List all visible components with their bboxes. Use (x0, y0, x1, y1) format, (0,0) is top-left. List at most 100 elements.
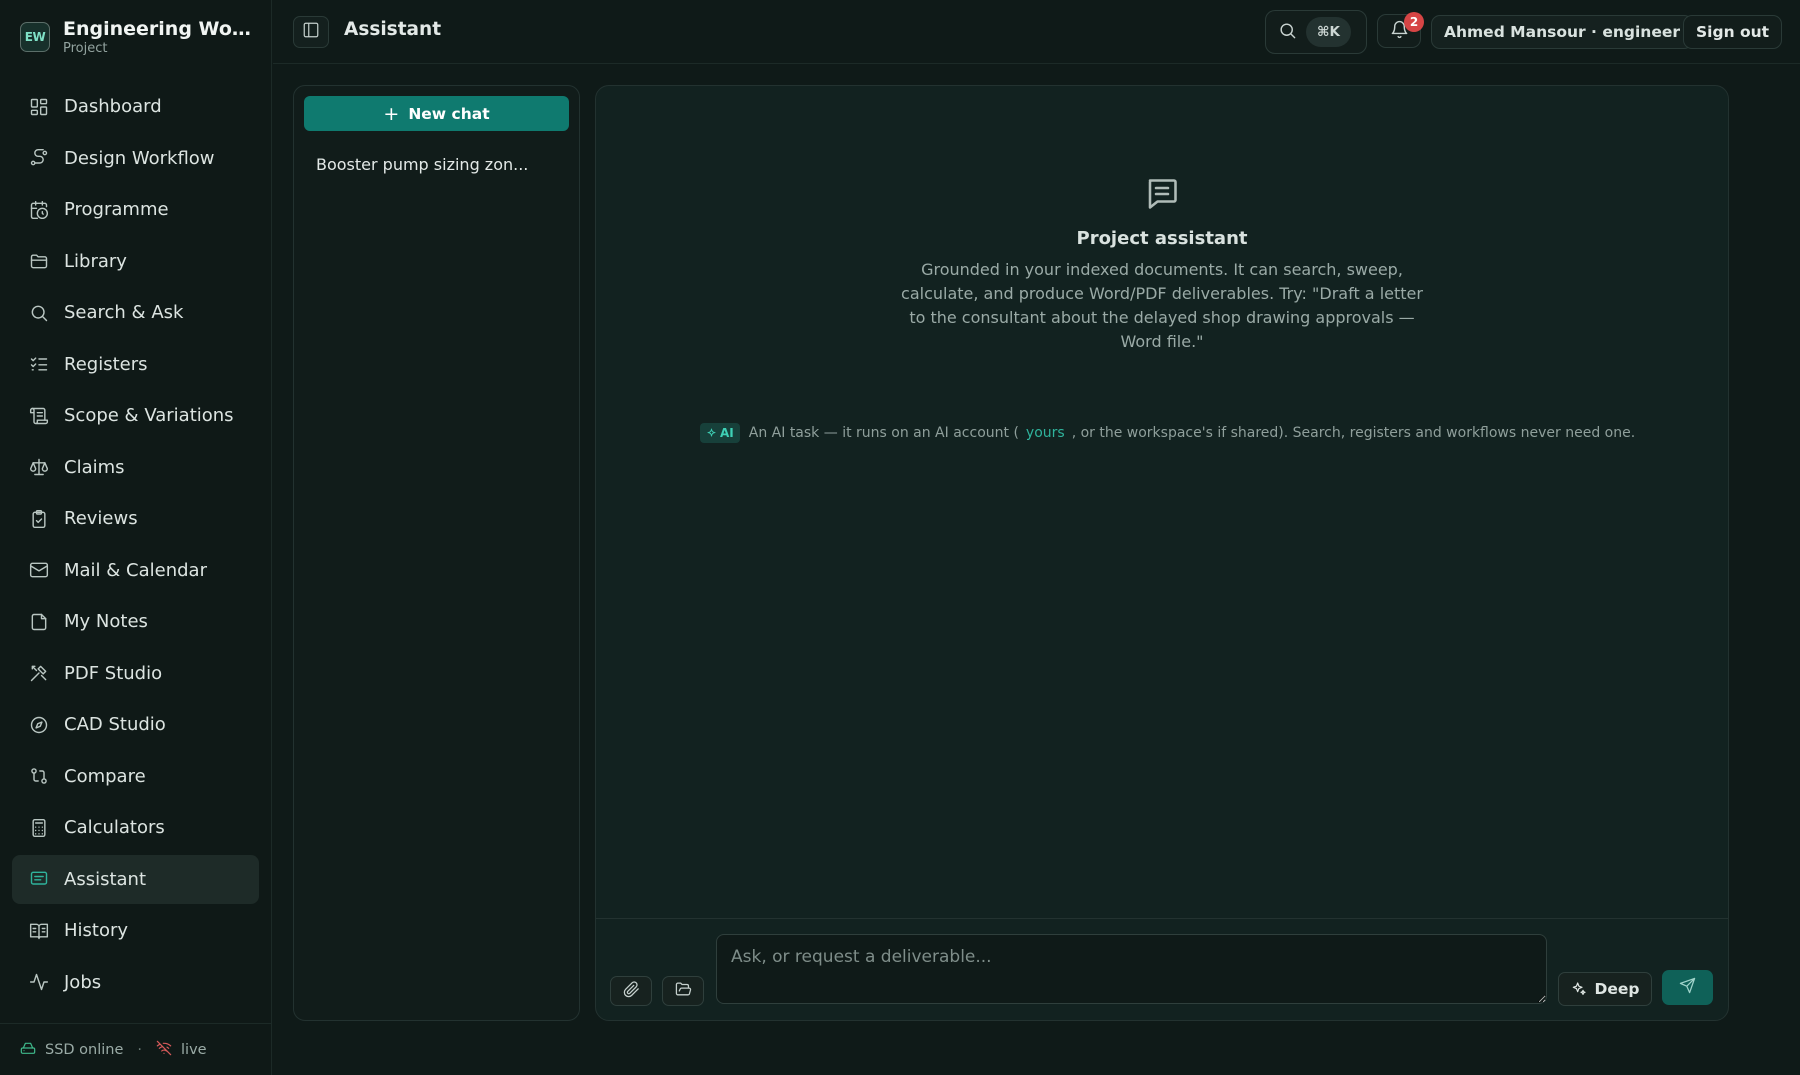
user-menu[interactable]: Ahmed Mansour · engineer (1431, 15, 1693, 49)
list-checks-icon (28, 353, 50, 375)
chat-list-panel: + New chat Booster pump sizing zon... (293, 85, 580, 1021)
sidebar-item-label: Calculators (64, 817, 165, 838)
sidebar-item-search-ask[interactable]: Search & Ask (12, 288, 259, 337)
sidebar-item-compare[interactable]: Compare (12, 752, 259, 801)
clipboard-check-icon (28, 508, 50, 530)
sidebar-item-label: Dashboard (64, 96, 162, 117)
sign-out-button[interactable]: Sign out (1683, 15, 1783, 49)
note-icon (28, 611, 50, 633)
ai-note-text-end: , or the workspace's if shared). Search,… (1071, 425, 1636, 441)
workflow-icon (28, 147, 50, 169)
sidebar-item-label: Assistant (64, 868, 147, 890)
ai-note-text: An AI task — it runs on an AI account ( (748, 425, 1019, 441)
ai-account-notice: AI An AI task — it runs on an AI account… (700, 423, 1635, 443)
sidebar-item-label: Claims (64, 456, 125, 478)
deep-label: Deep (1594, 980, 1640, 998)
sidebar-item-label: PDF Studio (64, 662, 163, 684)
mail-icon (28, 559, 50, 581)
calculator-icon (28, 817, 50, 839)
sidebar-footer: SSD online · live (0, 1023, 272, 1075)
sidebar-item-label: Registers (64, 353, 148, 375)
send-icon (1679, 977, 1696, 998)
drive-icon (20, 1040, 36, 1060)
folder-icon (28, 250, 50, 272)
sidebar-item-assistant[interactable]: Assistant (12, 854, 259, 904)
pick-from-library-button[interactable] (662, 976, 704, 1006)
tools-icon (28, 662, 50, 684)
notification-badge: 2 (1404, 12, 1424, 32)
ai-account-link[interactable]: yours (1026, 425, 1065, 441)
attach-button[interactable] (610, 976, 652, 1006)
sidebar-item-programme[interactable]: Programme (12, 185, 259, 234)
new-chat-label: New chat (408, 104, 490, 123)
sidebar-item-my-notes[interactable]: My Notes (12, 597, 259, 646)
sidebar-item-calculators[interactable]: Calculators (12, 803, 259, 852)
git-compare-icon (28, 765, 50, 787)
sidebar-item-label: Mail & Calendar (64, 559, 207, 581)
new-chat-button[interactable]: + New chat (304, 96, 569, 131)
storage-status: SSD online (45, 1041, 124, 1058)
wifi-off-icon (156, 1040, 172, 1060)
assistant-description: Grounded in your indexed documents. It c… (901, 260, 1423, 351)
sidebar: EW Engineering Wor... Project Dashboard … (0, 0, 272, 1075)
sidebar-item-registers[interactable]: Registers (12, 340, 259, 389)
live-status: live (181, 1041, 207, 1058)
sidebar-item-label: Programme (64, 199, 169, 220)
paperclip-icon (623, 980, 640, 1002)
scale-icon (28, 456, 50, 478)
sidebar-item-label: Reviews (64, 508, 138, 529)
dashboard-icon (28, 96, 50, 118)
sidebar-item-label: History (64, 920, 129, 941)
sidebar-item-cad-studio[interactable]: CAD Studio (12, 700, 259, 749)
page-title: Assistant (344, 19, 442, 40)
status-separator: · (137, 1041, 143, 1058)
sidebar-nav: Dashboard Design Workflow Programme Libr… (12, 82, 259, 1009)
chat-list-item[interactable]: Booster pump sizing zon... (304, 144, 569, 184)
sidebar-item-library[interactable]: Library (12, 237, 259, 286)
ai-badge: AI (700, 423, 740, 443)
sparkles-icon (1572, 982, 1586, 995)
command-search-button[interactable]: ⌘K (1265, 10, 1367, 54)
deep-mode-button[interactable]: Deep (1558, 972, 1652, 1006)
sidebar-item-claims[interactable]: Claims (12, 443, 259, 492)
sidebar-item-label: CAD Studio (64, 714, 166, 735)
brand[interactable]: EW Engineering Wor... Project (20, 18, 253, 56)
message-input[interactable] (716, 934, 1547, 1004)
sidebar-item-history[interactable]: History (12, 906, 259, 955)
send-button[interactable] (1662, 970, 1713, 1005)
sidebar-item-mail-calendar[interactable]: Mail & Calendar (12, 546, 259, 595)
sidebar-item-label: Scope & Variations (64, 405, 234, 426)
assistant-title: Project assistant (1076, 228, 1248, 249)
plus-icon: + (383, 102, 400, 125)
sparkles-icon (707, 427, 716, 437)
workspace-name: Engineering Wor... (63, 18, 253, 40)
sidebar-item-design-workflow[interactable]: Design Workflow (12, 134, 259, 183)
calendar-clock-icon (28, 199, 50, 221)
book-icon (28, 920, 50, 942)
sidebar-item-pdf-studio[interactable]: PDF Studio (12, 649, 259, 698)
sidebar-item-label: My Notes (64, 611, 148, 632)
sidebar-item-jobs[interactable]: Jobs (12, 958, 259, 1007)
search-icon (1278, 21, 1297, 44)
empty-state: Project assistant Grounded in your index… (596, 176, 1728, 354)
sidebar-item-label: Compare (64, 765, 146, 787)
topbar: Assistant ⌘K 2 Ahmed Mansour · engineer … (273, 0, 1800, 64)
message-square-text-icon (1144, 176, 1180, 212)
sidebar-toggle-button[interactable] (293, 16, 329, 48)
search-icon (28, 302, 50, 324)
composer: Deep (596, 918, 1728, 1020)
compass-icon (28, 714, 50, 736)
activity-icon (28, 971, 50, 993)
chat-icon (28, 868, 50, 890)
sidebar-item-label: Library (64, 250, 127, 272)
workspace-type: Project (63, 41, 108, 56)
sidebar-item-label: Jobs (64, 971, 102, 993)
sidebar-item-scope-variations[interactable]: Scope & Variations (12, 391, 259, 440)
sidebar-item-label: Design Workflow (64, 147, 215, 169)
sidebar-item-label: Search & Ask (64, 302, 184, 323)
sidebar-item-reviews[interactable]: Reviews (12, 494, 259, 543)
keyboard-shortcut: ⌘K (1306, 17, 1351, 47)
sidebar-item-dashboard[interactable]: Dashboard (12, 82, 259, 131)
brand-logo: EW (20, 22, 50, 52)
scroll-icon (28, 405, 50, 427)
